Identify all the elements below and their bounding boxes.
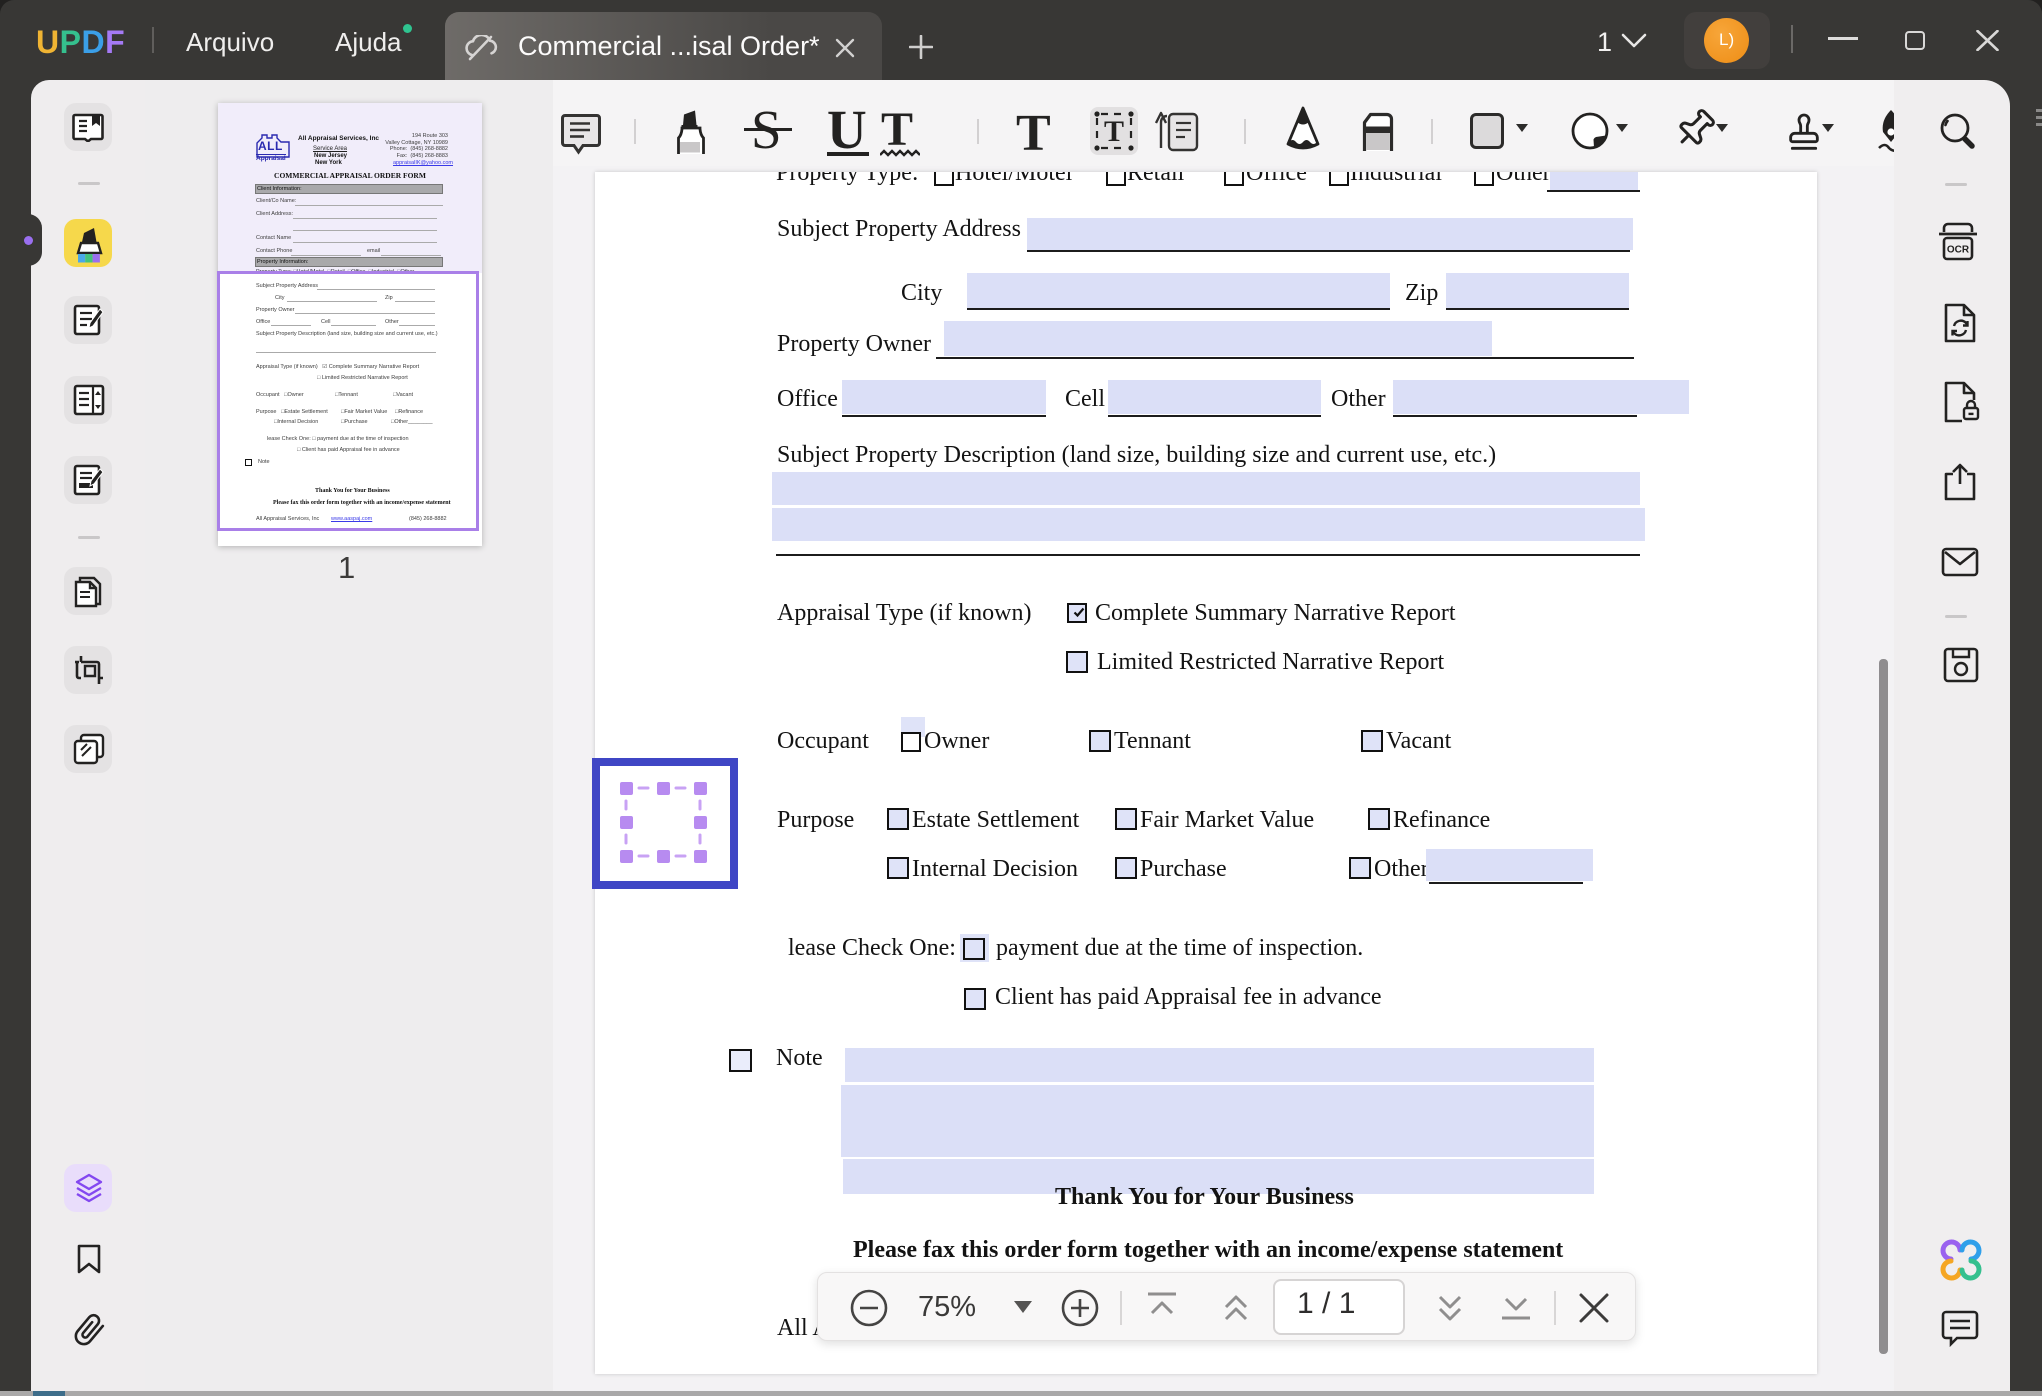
svg-text:OCR: OCR	[1947, 245, 1970, 256]
svg-text:T: T	[1104, 115, 1124, 148]
